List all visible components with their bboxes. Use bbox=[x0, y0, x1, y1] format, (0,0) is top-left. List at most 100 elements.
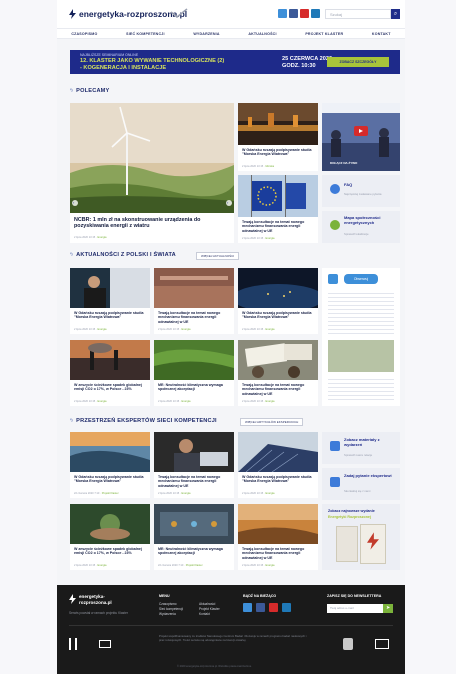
expert-card[interactable]: Trwają konsultacje na temat nowego mecha… bbox=[238, 504, 318, 570]
footer-link[interactable]: Aktualności bbox=[199, 602, 215, 607]
linkedin-icon[interactable] bbox=[311, 9, 320, 18]
card-tag[interactable]: Energia bbox=[98, 236, 107, 239]
card-title[interactable]: Trwają konsultacje na temat nowego mecha… bbox=[158, 311, 232, 324]
logo-mark-icon bbox=[170, 8, 188, 18]
slider-next-icon[interactable]: › bbox=[227, 200, 228, 205]
footer-link[interactable]: Wydarzenia bbox=[159, 612, 176, 617]
card-tag[interactable]: Energia bbox=[182, 492, 191, 495]
banner-date: 25 CZERWCA 2020 bbox=[282, 56, 333, 62]
footer-logo-line1[interactable]: energetyka- bbox=[79, 594, 105, 599]
card-title[interactable]: ME: Neutralność klimatyczna wymaga społe… bbox=[158, 547, 232, 556]
card-meta: 2 lipca 2020 13:15 · Energia bbox=[242, 400, 275, 403]
news-card[interactable]: ME: Neutralność klimatyczna wymaga społe… bbox=[154, 340, 234, 406]
card-tag[interactable]: Energia bbox=[98, 400, 107, 403]
banner-details-button[interactable]: ZOBACZ SZCZEGÓŁY bbox=[327, 57, 389, 67]
card-tag[interactable]: Energia bbox=[98, 328, 107, 331]
card-tag[interactable]: Energia bbox=[182, 328, 191, 331]
card-tag[interactable]: Energia bbox=[98, 564, 107, 567]
card-tag[interactable]: Energia bbox=[266, 492, 275, 495]
featured-main-card[interactable]: ‹ › NCBR: 1 mln zł na skonstruowanie urz… bbox=[70, 103, 234, 243]
footer-logo-line2[interactable]: rozproszona.pl bbox=[79, 600, 112, 605]
news-card[interactable]: Trwają konsultacje na temat nowego mecha… bbox=[238, 340, 318, 406]
footer-link[interactable]: Czasopismo bbox=[159, 602, 177, 607]
card-title[interactable]: W Gdańsku ruszają podpisywanie studia "M… bbox=[74, 475, 148, 484]
card-title[interactable]: W Gdańsku ruszają podpisywanie studia "M… bbox=[242, 311, 316, 320]
featured-main-meta: 2 lipca 2020 13:15 · Energia bbox=[74, 236, 107, 239]
card-title[interactable]: ME: Neutralność klimatyczna wymaga społe… bbox=[158, 383, 232, 392]
expert-card[interactable]: W Gdańsku ruszają podpisywanie studia "M… bbox=[70, 432, 150, 498]
facebook-icon[interactable] bbox=[256, 603, 265, 612]
calendar-icon bbox=[330, 441, 340, 451]
card-title[interactable]: W Gdańsku ruszają podpisywanie studia "M… bbox=[74, 311, 148, 320]
nav-item-siec[interactable]: SIEĆ KOMPETENCJI bbox=[126, 32, 165, 36]
magazine-box[interactable]: Zobacz najnowsze wydanie Energetyki Rozp… bbox=[322, 504, 400, 570]
expert-card[interactable]: ME: Neutralność klimatyczna wymaga społe… bbox=[154, 504, 234, 570]
more-experts-button[interactable]: WIĘCEJ ARTYKUŁÓW EKSPERCKICH bbox=[240, 418, 304, 426]
card-title[interactable]: W Gdańsku ruszają podpisywanie studia "M… bbox=[242, 148, 316, 157]
search-input[interactable]: Szukaj bbox=[325, 9, 391, 19]
news-image bbox=[238, 340, 318, 380]
card-title[interactable]: Trwają konsultacje na temat nowego mecha… bbox=[158, 475, 232, 488]
card-tag[interactable]: Energia bbox=[266, 400, 275, 403]
newsletter-input[interactable]: Twój adres e-mail bbox=[327, 604, 383, 613]
card-title[interactable]: W zeszycie ścieżkowe spadek globalnej em… bbox=[74, 383, 148, 392]
news-card[interactable]: Trwają konsultacje na temat nowego mecha… bbox=[154, 268, 234, 334]
slider-prev-icon[interactable]: ‹ bbox=[73, 200, 74, 205]
featured-card-1[interactable]: W Gdańsku ruszają podpisywanie studia "M… bbox=[238, 103, 318, 171]
card-title[interactable]: W zeszycie ścieżkowe spadek globalnej em… bbox=[74, 547, 148, 556]
search-button[interactable]: ⌕ bbox=[391, 9, 400, 19]
partner-logo-ncbr bbox=[69, 638, 77, 650]
wind-turbine-image bbox=[70, 103, 234, 213]
card-tag[interactable]: Morska bbox=[266, 165, 275, 168]
youtube-icon[interactable] bbox=[269, 603, 278, 612]
expert-card[interactable]: W zeszycie ścieżkowe spadek globalnej em… bbox=[70, 504, 150, 570]
site-footer: energetyka- rozproszona.pl Serwis powsta… bbox=[57, 585, 405, 674]
card-meta: 2 lipca 2020 13:15 · Energia bbox=[74, 328, 107, 331]
nav-item-czasopismo[interactable]: CZASOPISMO bbox=[71, 32, 97, 36]
card-title[interactable]: Trwają konsultacje na temat nowego mecha… bbox=[242, 547, 316, 560]
expert-card[interactable]: W Gdańsku ruszają podpisywanie studia "M… bbox=[238, 432, 318, 498]
partner-logo-2 bbox=[99, 640, 111, 648]
faq-title: FAQ bbox=[344, 182, 353, 187]
more-news-button[interactable]: WIĘCEJ AKTUALNOŚCI bbox=[196, 252, 240, 260]
card-tag[interactable]: Projekt Klaster bbox=[102, 492, 119, 495]
nav-item-klaster[interactable]: PROJEKT KLASTER bbox=[305, 32, 343, 36]
card-tag[interactable]: Projekt Klaster bbox=[186, 564, 203, 567]
expert-card[interactable]: Trwają konsultacje na temat nowego mecha… bbox=[154, 432, 234, 498]
footer-link[interactable]: Kontakt bbox=[199, 612, 210, 617]
twitter-icon[interactable] bbox=[243, 603, 252, 612]
youtube-icon[interactable] bbox=[300, 9, 309, 18]
news-card[interactable]: W Gdańsku ruszają podpisywanie studia "M… bbox=[70, 268, 150, 334]
news-card[interactable]: W zeszycie ścieżkowe spadek globalnej em… bbox=[70, 340, 150, 406]
ask-expert-box[interactable]: Zadaj pytanie ekspertowi Skontaktuj się … bbox=[322, 468, 400, 500]
card-title[interactable]: W Gdańsku ruszają podpisywanie studia "M… bbox=[242, 475, 316, 484]
newsletter-submit-button[interactable]: ➤ bbox=[383, 604, 393, 613]
featured-main-title[interactable]: NCBR: 1 mln zł na skonstruowanie urządze… bbox=[74, 217, 230, 230]
footer-link[interactable]: Projekt Klaster bbox=[199, 607, 220, 612]
map-box[interactable]: Mapa społeczności energetycznych Sprawdź… bbox=[322, 211, 400, 243]
nav-item-aktualnosci[interactable]: AKTUALNOŚCI bbox=[248, 32, 276, 36]
card-tag[interactable]: Energia bbox=[182, 400, 191, 403]
card-title[interactable]: Trwają konsultacje na temat nowego mecha… bbox=[242, 383, 316, 396]
card-date: 2 lipca 2020 13:15 bbox=[74, 236, 96, 239]
news-card[interactable]: W Gdańsku ruszają podpisywanie studia "M… bbox=[238, 268, 318, 334]
faq-box[interactable]: FAQ Najczęściej zadawane pytania bbox=[322, 175, 400, 207]
card-tag[interactable]: Energia bbox=[266, 564, 275, 567]
nav-item-kontakt[interactable]: KONTAKT bbox=[372, 32, 391, 36]
twitter-icon[interactable] bbox=[278, 9, 287, 18]
nav-item-wydarzenia[interactable]: WYDARZENIA bbox=[193, 32, 219, 36]
chat-icon bbox=[330, 477, 340, 487]
card-date: 2 lipca 2020 13:15 bbox=[74, 400, 96, 403]
video-card[interactable]: DOŁĄCZ NA ŻYWO bbox=[322, 103, 400, 171]
linkedin-icon[interactable] bbox=[282, 603, 291, 612]
play-icon[interactable] bbox=[354, 126, 368, 136]
card-title[interactable]: Trwają konsultacje na temat nowego mecha… bbox=[242, 220, 316, 233]
footer-link[interactable]: Sieć kompetencji bbox=[159, 607, 183, 612]
card-tag[interactable]: Energia bbox=[266, 237, 275, 240]
twitter-follow-button[interactable]: Obserwuj bbox=[344, 274, 378, 284]
events-box[interactable]: Zobacz materiały z wydarzeń Sprawdź nasz… bbox=[322, 432, 400, 464]
card-tag[interactable]: Energia bbox=[266, 328, 275, 331]
facebook-icon[interactable] bbox=[289, 9, 298, 18]
featured-card-2[interactable]: Trwają konsultacje na temat nowego mecha… bbox=[238, 175, 318, 243]
card-meta: 2 lipca 2020 13:15 · Energia bbox=[242, 328, 275, 331]
